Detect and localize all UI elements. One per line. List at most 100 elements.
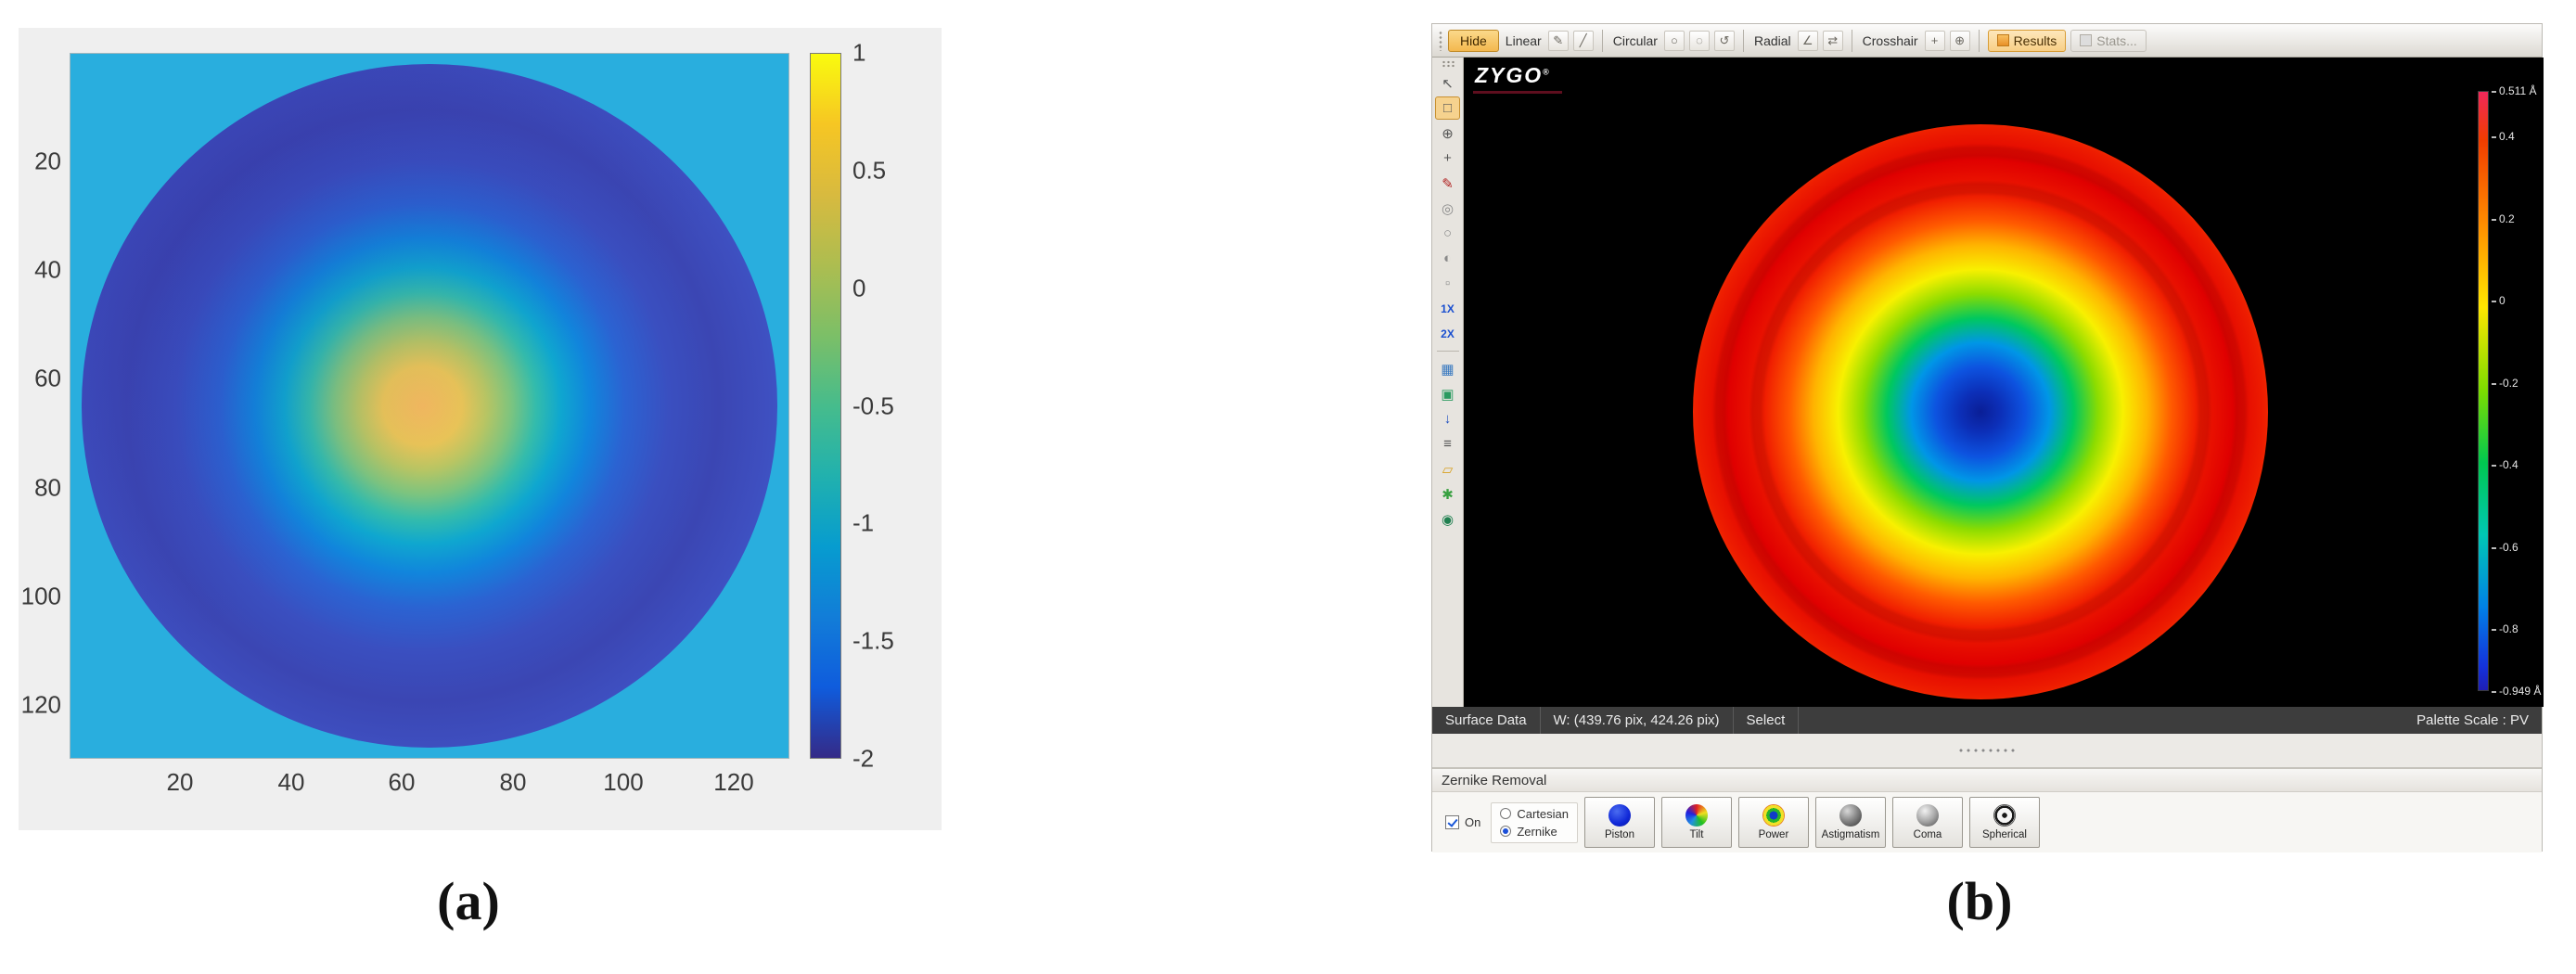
palette-tick-label: 0 [2492, 294, 2544, 307]
circular-tool-label[interactable]: Circular [1611, 33, 1660, 48]
zoom-2x[interactable]: 2X [1435, 322, 1460, 345]
radio-zernike[interactable]: Zernike [1500, 825, 1569, 839]
rect-tool-icon[interactable]: ▫ [1435, 272, 1460, 295]
surface-map-circle[interactable] [1693, 124, 2268, 699]
colorbar-tick-label: -1 [852, 509, 936, 538]
stats-button[interactable]: Stats... [2070, 30, 2147, 52]
dashed-circle-icon[interactable]: ◌ [1689, 31, 1710, 51]
radial-tool-label[interactable]: Radial [1752, 33, 1793, 48]
pencil-icon[interactable]: ✎ [1548, 31, 1569, 51]
zernike-power-button[interactable]: Power [1738, 797, 1809, 848]
linear-tool-label[interactable]: Linear [1504, 33, 1544, 48]
status-cursor-coords: W: (439.76 pix, 424.26 pix) [1541, 707, 1734, 734]
spherical-icon [1993, 804, 2016, 827]
caption-a: (a) [437, 870, 500, 932]
palette-tick-label: 0.4 [2492, 130, 2544, 143]
zygo-logo: ZYGO® [1475, 63, 1551, 88]
palette-tick-label: -0.2 [2492, 377, 2544, 390]
camera-icon[interactable]: ◉ [1435, 507, 1460, 531]
wavefront-disc [82, 64, 778, 747]
power-label: Power [1759, 829, 1789, 840]
status-bar: Surface Data W: (439.76 pix, 424.26 pix)… [1432, 707, 2542, 734]
side-grip[interactable] [1442, 60, 1455, 68]
zernike-on-group: On [1445, 815, 1480, 829]
x-tick-label: 80 [500, 768, 527, 797]
circle-tool-icon[interactable]: ○ [1435, 222, 1460, 245]
chart-icon[interactable]: ▦ [1435, 357, 1460, 380]
top-toolbar: Hide Linear ✎ ╱ Circular ○ ◌ ↺ Radial ∠ … [1432, 24, 2542, 58]
palette-tick-label: -0.8 [2492, 622, 2544, 635]
y-tick-label: 40 [19, 256, 61, 285]
x-tick-label: 40 [278, 768, 305, 797]
x-tick-label: 60 [389, 768, 416, 797]
matlab-figure: 20 40 60 80 100 120 20 40 60 80 100 120 … [19, 28, 942, 830]
astigmatism-label: Astigmatism [1822, 829, 1880, 840]
y-tick-label: 60 [19, 365, 61, 393]
zernike-astigmatism-button[interactable]: Astigmatism [1815, 797, 1886, 848]
zernike-spherical-button[interactable]: Spherical [1969, 797, 2040, 848]
zernike-radio-icon[interactable] [1500, 826, 1511, 837]
radio-cartesian[interactable]: Cartesian [1500, 807, 1569, 821]
half-circle-tool-icon[interactable]: ◐ [1435, 247, 1460, 270]
tilt-label: Tilt [1690, 829, 1704, 840]
colorbar [810, 53, 841, 759]
move-icon[interactable]: + [1435, 147, 1460, 170]
mask-tool-icon[interactable]: □ [1435, 96, 1460, 120]
zoom-1x[interactable]: 1X [1435, 297, 1460, 320]
astigmatism-icon [1839, 804, 1862, 827]
colorbar-tick-label: 1 [852, 39, 936, 68]
heatmap-axes [70, 53, 789, 759]
palette-tick-label: 0.2 [2492, 212, 2544, 225]
crosshair-tool-label[interactable]: Crosshair [1861, 33, 1920, 48]
on-checkbox[interactable] [1445, 815, 1459, 829]
zygo-window: Hide Linear ✎ ╱ Circular ○ ◌ ↺ Radial ∠ … [1431, 23, 2543, 852]
cartesian-radio-icon[interactable] [1500, 808, 1511, 819]
save-icon[interactable]: ↓ [1435, 407, 1460, 430]
target-icon[interactable]: ⊕ [1950, 31, 1970, 51]
circle-icon[interactable]: ○ [1664, 31, 1685, 51]
results-label: Results [2014, 33, 2057, 48]
caption-b: (b) [1947, 870, 2013, 932]
stats-label: Stats... [2096, 33, 2137, 48]
piston-icon [1608, 804, 1631, 827]
colorbar-tick-label: -1.5 [852, 627, 936, 656]
zernike-radio-label: Zernike [1517, 825, 1557, 839]
results-button[interactable]: Results [1988, 30, 2067, 52]
angle-icon[interactable]: ∠ [1798, 31, 1818, 51]
toolbar-separator [1979, 30, 1980, 52]
zernike-tilt-button[interactable]: Tilt [1661, 797, 1732, 848]
palette-icon[interactable]: ✱ [1435, 482, 1460, 506]
coma-label: Coma [1914, 829, 1942, 840]
x-tick-label: 20 [167, 768, 194, 797]
piston-label: Piston [1605, 829, 1634, 840]
zygo-logo-underline [1473, 91, 1562, 94]
plus-icon[interactable]: + [1925, 31, 1945, 51]
line-icon[interactable]: ╱ [1573, 31, 1594, 51]
image-icon[interactable]: ▣ [1435, 382, 1460, 405]
zernike-piston-button[interactable]: Piston [1584, 797, 1655, 848]
coordinate-mode-radios: Cartesian Zernike [1491, 802, 1578, 843]
pointer-icon[interactable]: ↖ [1435, 71, 1460, 95]
splitter-handle[interactable] [1957, 748, 2017, 753]
on-checkbox-label: On [1465, 815, 1480, 829]
y-tick-label: 80 [19, 474, 61, 503]
zoom-icon[interactable]: ⊕ [1435, 122, 1460, 145]
y-tick-label: 120 [19, 691, 61, 720]
rotate-icon[interactable]: ↺ [1714, 31, 1735, 51]
surface-map-canvas[interactable]: ZYGO® 0.511 Å 0.4 0.2 0 -0.2 -0.4 -0.6 -… [1464, 58, 2544, 707]
toolbar-separator [1602, 30, 1603, 52]
layers-icon[interactable]: ≡ [1435, 432, 1460, 455]
colorbar-tick-label: 0.5 [852, 157, 936, 186]
panel-splitter[interactable] [1432, 734, 2542, 768]
hide-button[interactable]: Hide [1448, 30, 1499, 52]
pen-icon[interactable]: ✎ [1435, 172, 1460, 195]
zernike-panel-body: On Cartesian Zernike Piston Tilt [1432, 792, 2542, 852]
folder-icon[interactable]: ▱ [1435, 457, 1460, 481]
colorbar-tick-label: 0 [852, 275, 936, 303]
toolbar-grip[interactable] [1438, 31, 1443, 51]
x-tick-label: 120 [713, 768, 753, 797]
palette-min-label: -0.949 Å [2492, 685, 2544, 698]
arrows-swap-icon[interactable]: ⇄ [1823, 31, 1843, 51]
ellipse-tool-icon[interactable]: ◎ [1435, 197, 1460, 220]
zernike-coma-button[interactable]: Coma [1892, 797, 1963, 848]
